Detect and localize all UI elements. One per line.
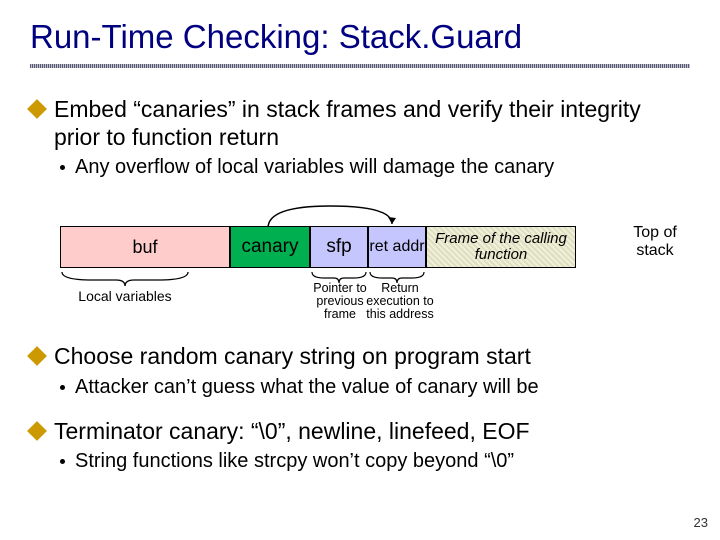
dot-icon <box>60 165 65 170</box>
diamond-icon <box>27 421 47 441</box>
dot-icon <box>60 459 65 464</box>
stack-row: buf canary sfp ret addr Frame of the cal… <box>60 226 576 268</box>
local-vars-label: Local variables <box>60 288 190 304</box>
content-area: Embed “canaries” in stack frames and ver… <box>0 68 720 474</box>
bullet-3-sub-1-text: String functions like strcpy won’t copy … <box>75 449 514 474</box>
slide-number: 23 <box>694 515 708 530</box>
bullet-1: Embed “canaries” in stack frames and ver… <box>30 96 690 151</box>
bullet-2: Choose random canary string on program s… <box>30 343 690 371</box>
stack-diagram: buf canary sfp ret addr Frame of the cal… <box>60 198 690 333</box>
cell-calling-frame: Frame of the calling function <box>426 226 576 268</box>
slide-title: Run-Time Checking: Stack.Guard <box>0 0 720 64</box>
bullet-1-text: Embed “canaries” in stack frames and ver… <box>54 96 690 151</box>
top-of-stack-label: Top of stack <box>620 224 690 259</box>
bullet-2-sub-1: Attacker can’t guess what the value of c… <box>60 375 690 400</box>
cell-buf: buf <box>60 226 230 268</box>
bullet-1-sub-1-text: Any overflow of local variables will dam… <box>75 155 554 180</box>
bullet-3: Terminator canary: “\0”, newline, linefe… <box>30 418 690 446</box>
bullet-1-sub-1: Any overflow of local variables will dam… <box>60 155 690 180</box>
bullet-3-text: Terminator canary: “\0”, newline, linefe… <box>54 418 530 446</box>
diamond-icon <box>27 99 47 119</box>
bullet-3-sub-1: String functions like strcpy won’t copy … <box>60 449 690 474</box>
cell-sfp: sfp <box>310 226 368 268</box>
ret-note-label: Return execution to this address <box>360 282 440 321</box>
bullet-2-sub-1-text: Attacker can’t guess what the value of c… <box>75 375 539 400</box>
cell-ret-addr: ret addr <box>368 226 426 268</box>
dot-icon <box>60 385 65 390</box>
diamond-icon <box>27 346 47 366</box>
bullet-2-text: Choose random canary string on program s… <box>54 343 531 371</box>
brace-icon-local-vars <box>60 270 190 288</box>
cell-canary: canary <box>230 226 310 268</box>
